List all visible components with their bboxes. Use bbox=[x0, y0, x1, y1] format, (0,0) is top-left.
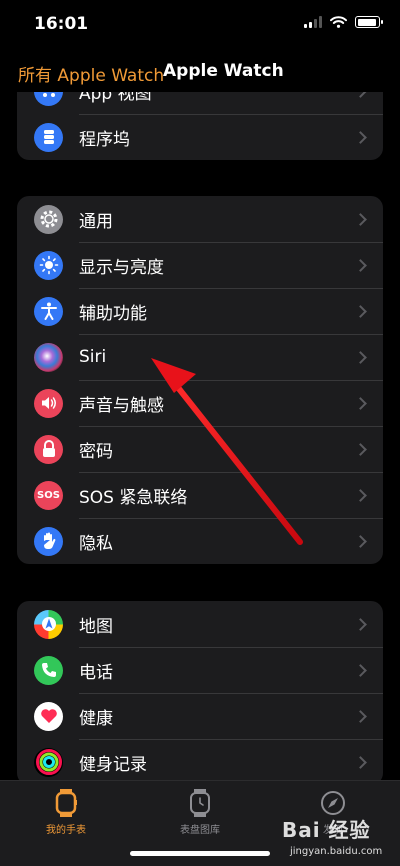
row-label: 辅助功能 bbox=[79, 303, 147, 324]
chevron-right-icon bbox=[354, 350, 367, 364]
chevron-right-icon bbox=[354, 709, 367, 723]
chevron-right-icon bbox=[354, 755, 367, 769]
app-grid-icon bbox=[34, 92, 63, 106]
gear-icon bbox=[34, 204, 63, 234]
row-label: 健康 bbox=[79, 708, 113, 729]
row-label: 密码 bbox=[79, 441, 113, 462]
settings-group-apps: App 视图 程序坞 bbox=[17, 92, 383, 160]
row-accessibility[interactable]: 辅助功能 bbox=[17, 288, 383, 334]
tab-label: 我的手表 bbox=[46, 825, 86, 836]
navigation-bar: 所有 Apple Watch Apple Watch bbox=[0, 52, 400, 92]
hand-icon bbox=[34, 526, 63, 556]
row-siri[interactable]: Siri bbox=[17, 334, 383, 380]
row-label: 地图 bbox=[79, 616, 113, 637]
row-label: 显示与亮度 bbox=[79, 257, 164, 278]
row-general[interactable]: 通用 bbox=[17, 196, 383, 242]
maps-icon bbox=[34, 609, 63, 639]
wifi-icon bbox=[330, 16, 347, 28]
chevron-right-icon bbox=[354, 304, 367, 318]
siri-icon bbox=[34, 342, 63, 372]
row-label: App 视图 bbox=[79, 92, 152, 104]
home-indicator bbox=[130, 851, 270, 856]
row-label: 通用 bbox=[79, 211, 113, 232]
status-icons bbox=[304, 16, 383, 28]
chevron-right-icon bbox=[354, 617, 367, 631]
row-dock[interactable]: 程序坞 bbox=[17, 114, 383, 160]
accessibility-icon bbox=[34, 296, 63, 326]
row-app-view[interactable]: App 视图 bbox=[17, 92, 383, 114]
row-display-brightness[interactable]: 显示与亮度 bbox=[17, 242, 383, 288]
row-label: 电话 bbox=[79, 662, 113, 683]
row-phone[interactable]: 电话 bbox=[17, 647, 383, 693]
row-sounds-haptics[interactable]: 声音与触感 bbox=[17, 380, 383, 426]
chevron-right-icon bbox=[354, 396, 367, 410]
row-label: Siri bbox=[79, 347, 107, 367]
compass-icon bbox=[319, 789, 347, 817]
baidu-jingyan-watermark: Bai 经验 jingyan.baidu.com bbox=[282, 814, 394, 862]
phone-icon bbox=[34, 655, 63, 685]
row-label: 健身记录 bbox=[79, 754, 147, 775]
watermark-logo-text: Bai 经验 bbox=[282, 818, 371, 842]
settings-list[interactable]: App 视图 程序坞 通用 显示与亮度 辅助功能 Siri 声音与触感 密码 S… bbox=[0, 92, 400, 780]
chevron-right-icon bbox=[354, 92, 367, 98]
chevron-right-icon bbox=[354, 663, 367, 677]
chevron-right-icon bbox=[354, 534, 367, 548]
page-title: Apple Watch bbox=[163, 61, 284, 81]
row-emergency-sos[interactable]: SOS SOS 紧急联络 bbox=[17, 472, 383, 518]
row-health[interactable]: 健康 bbox=[17, 693, 383, 739]
chevron-right-icon bbox=[354, 488, 367, 502]
row-privacy[interactable]: 隐私 bbox=[17, 518, 383, 564]
sun-icon bbox=[34, 250, 63, 280]
sos-icon: SOS bbox=[34, 480, 63, 510]
cellular-signal-icon bbox=[304, 16, 322, 28]
lock-icon bbox=[34, 434, 63, 464]
chevron-right-icon bbox=[354, 442, 367, 456]
back-button[interactable]: 所有 Apple Watch bbox=[18, 61, 164, 86]
speaker-icon bbox=[34, 388, 63, 418]
chevron-right-icon bbox=[354, 212, 367, 226]
tab-my-watch[interactable]: 我的手表 bbox=[16, 789, 116, 839]
settings-group-system: 通用 显示与亮度 辅助功能 Siri 声音与触感 密码 SOS SOS 紧急联络… bbox=[17, 196, 383, 564]
tab-face-gallery[interactable]: 表盘图库 bbox=[150, 789, 250, 839]
status-time: 16:01 bbox=[34, 14, 89, 34]
activity-rings-icon bbox=[34, 747, 63, 777]
watermark-url: jingyan.baidu.com bbox=[290, 846, 383, 857]
row-maps[interactable]: 地图 bbox=[17, 601, 383, 647]
row-passcode[interactable]: 密码 bbox=[17, 426, 383, 472]
watch-icon bbox=[52, 789, 80, 817]
heart-icon bbox=[34, 701, 63, 731]
chevron-right-icon bbox=[354, 130, 367, 144]
settings-group-apps-list: 地图 电话 健康 健身记录 bbox=[17, 601, 383, 780]
watch-face-icon bbox=[186, 789, 214, 817]
battery-icon bbox=[355, 16, 383, 28]
row-label: 程序坞 bbox=[79, 129, 130, 150]
tab-label: 表盘图库 bbox=[180, 825, 220, 836]
row-label: SOS 紧急联络 bbox=[79, 487, 188, 508]
row-label: 隐私 bbox=[79, 533, 113, 554]
row-label: 声音与触感 bbox=[79, 395, 164, 416]
status-bar: 16:01 bbox=[0, 0, 400, 48]
chevron-right-icon bbox=[354, 258, 367, 272]
dock-icon bbox=[34, 122, 63, 152]
row-activity[interactable]: 健身记录 bbox=[17, 739, 383, 780]
